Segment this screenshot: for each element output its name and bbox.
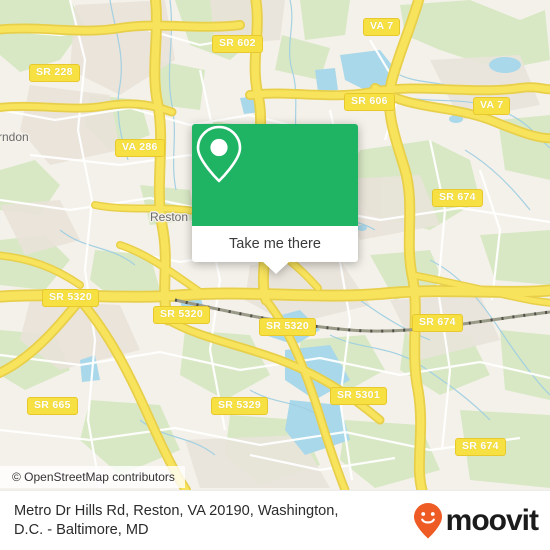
map-canvas[interactable]: rndon Reston SR 228 SR 602 VA 7 SR 606 V… — [0, 0, 550, 490]
attribution-text: © OpenStreetMap contributors — [12, 470, 175, 484]
road-shield[interactable]: SR 5320 — [42, 289, 99, 307]
popup-header — [192, 124, 358, 226]
address-caption: Metro Dr Hills Rd, Reston, VA 20190, Was… — [0, 502, 413, 540]
map-pin-icon — [196, 125, 242, 183]
popup-cta-label: Take me there — [229, 236, 321, 252]
road-shield[interactable]: SR 5320 — [259, 318, 316, 336]
location-popup-card[interactable]: Take me there — [192, 124, 358, 274]
road-shield[interactable]: SR 5320 — [153, 306, 210, 324]
road-shield[interactable]: SR 5301 — [330, 387, 387, 405]
road-shield[interactable]: SR 602 — [212, 35, 263, 53]
place-label: rndon — [0, 130, 29, 144]
road-shield[interactable]: SR 674 — [455, 438, 506, 456]
road-shield[interactable]: SR 5329 — [211, 397, 268, 415]
road-shield[interactable]: SR 228 — [29, 64, 80, 82]
road-shield[interactable]: SR 674 — [412, 314, 463, 332]
road-shield[interactable]: SR 665 — [27, 397, 78, 415]
road-shield[interactable]: VA 286 — [115, 139, 165, 157]
road-shield[interactable]: SR 674 — [432, 189, 483, 207]
road-shield[interactable]: VA 7 — [473, 97, 511, 115]
address-line-1: Metro Dr Hills Rd, Reston, VA 20190, Was… — [14, 502, 339, 519]
screenshot-root: rndon Reston SR 228 SR 602 VA 7 SR 606 V… — [0, 0, 550, 550]
moovit-smiley-pin-icon — [413, 502, 442, 538]
place-label: Reston — [150, 210, 189, 224]
footer-bar: Metro Dr Hills Rd, Reston, VA 20190, Was… — [0, 490, 550, 550]
moovit-wordmark: moovit — [445, 503, 539, 537]
road-shield[interactable]: VA 7 — [363, 18, 401, 36]
popup-pointer-tail — [262, 261, 290, 274]
popup-cta-button[interactable]: Take me there — [192, 226, 358, 262]
map-attribution[interactable]: © OpenStreetMap contributors — [0, 466, 185, 488]
moovit-logo[interactable]: moovit — [413, 502, 550, 540]
road-shield[interactable]: SR 606 — [344, 93, 395, 111]
address-line-2: D.C. - Baltimore, MD — [14, 521, 149, 538]
